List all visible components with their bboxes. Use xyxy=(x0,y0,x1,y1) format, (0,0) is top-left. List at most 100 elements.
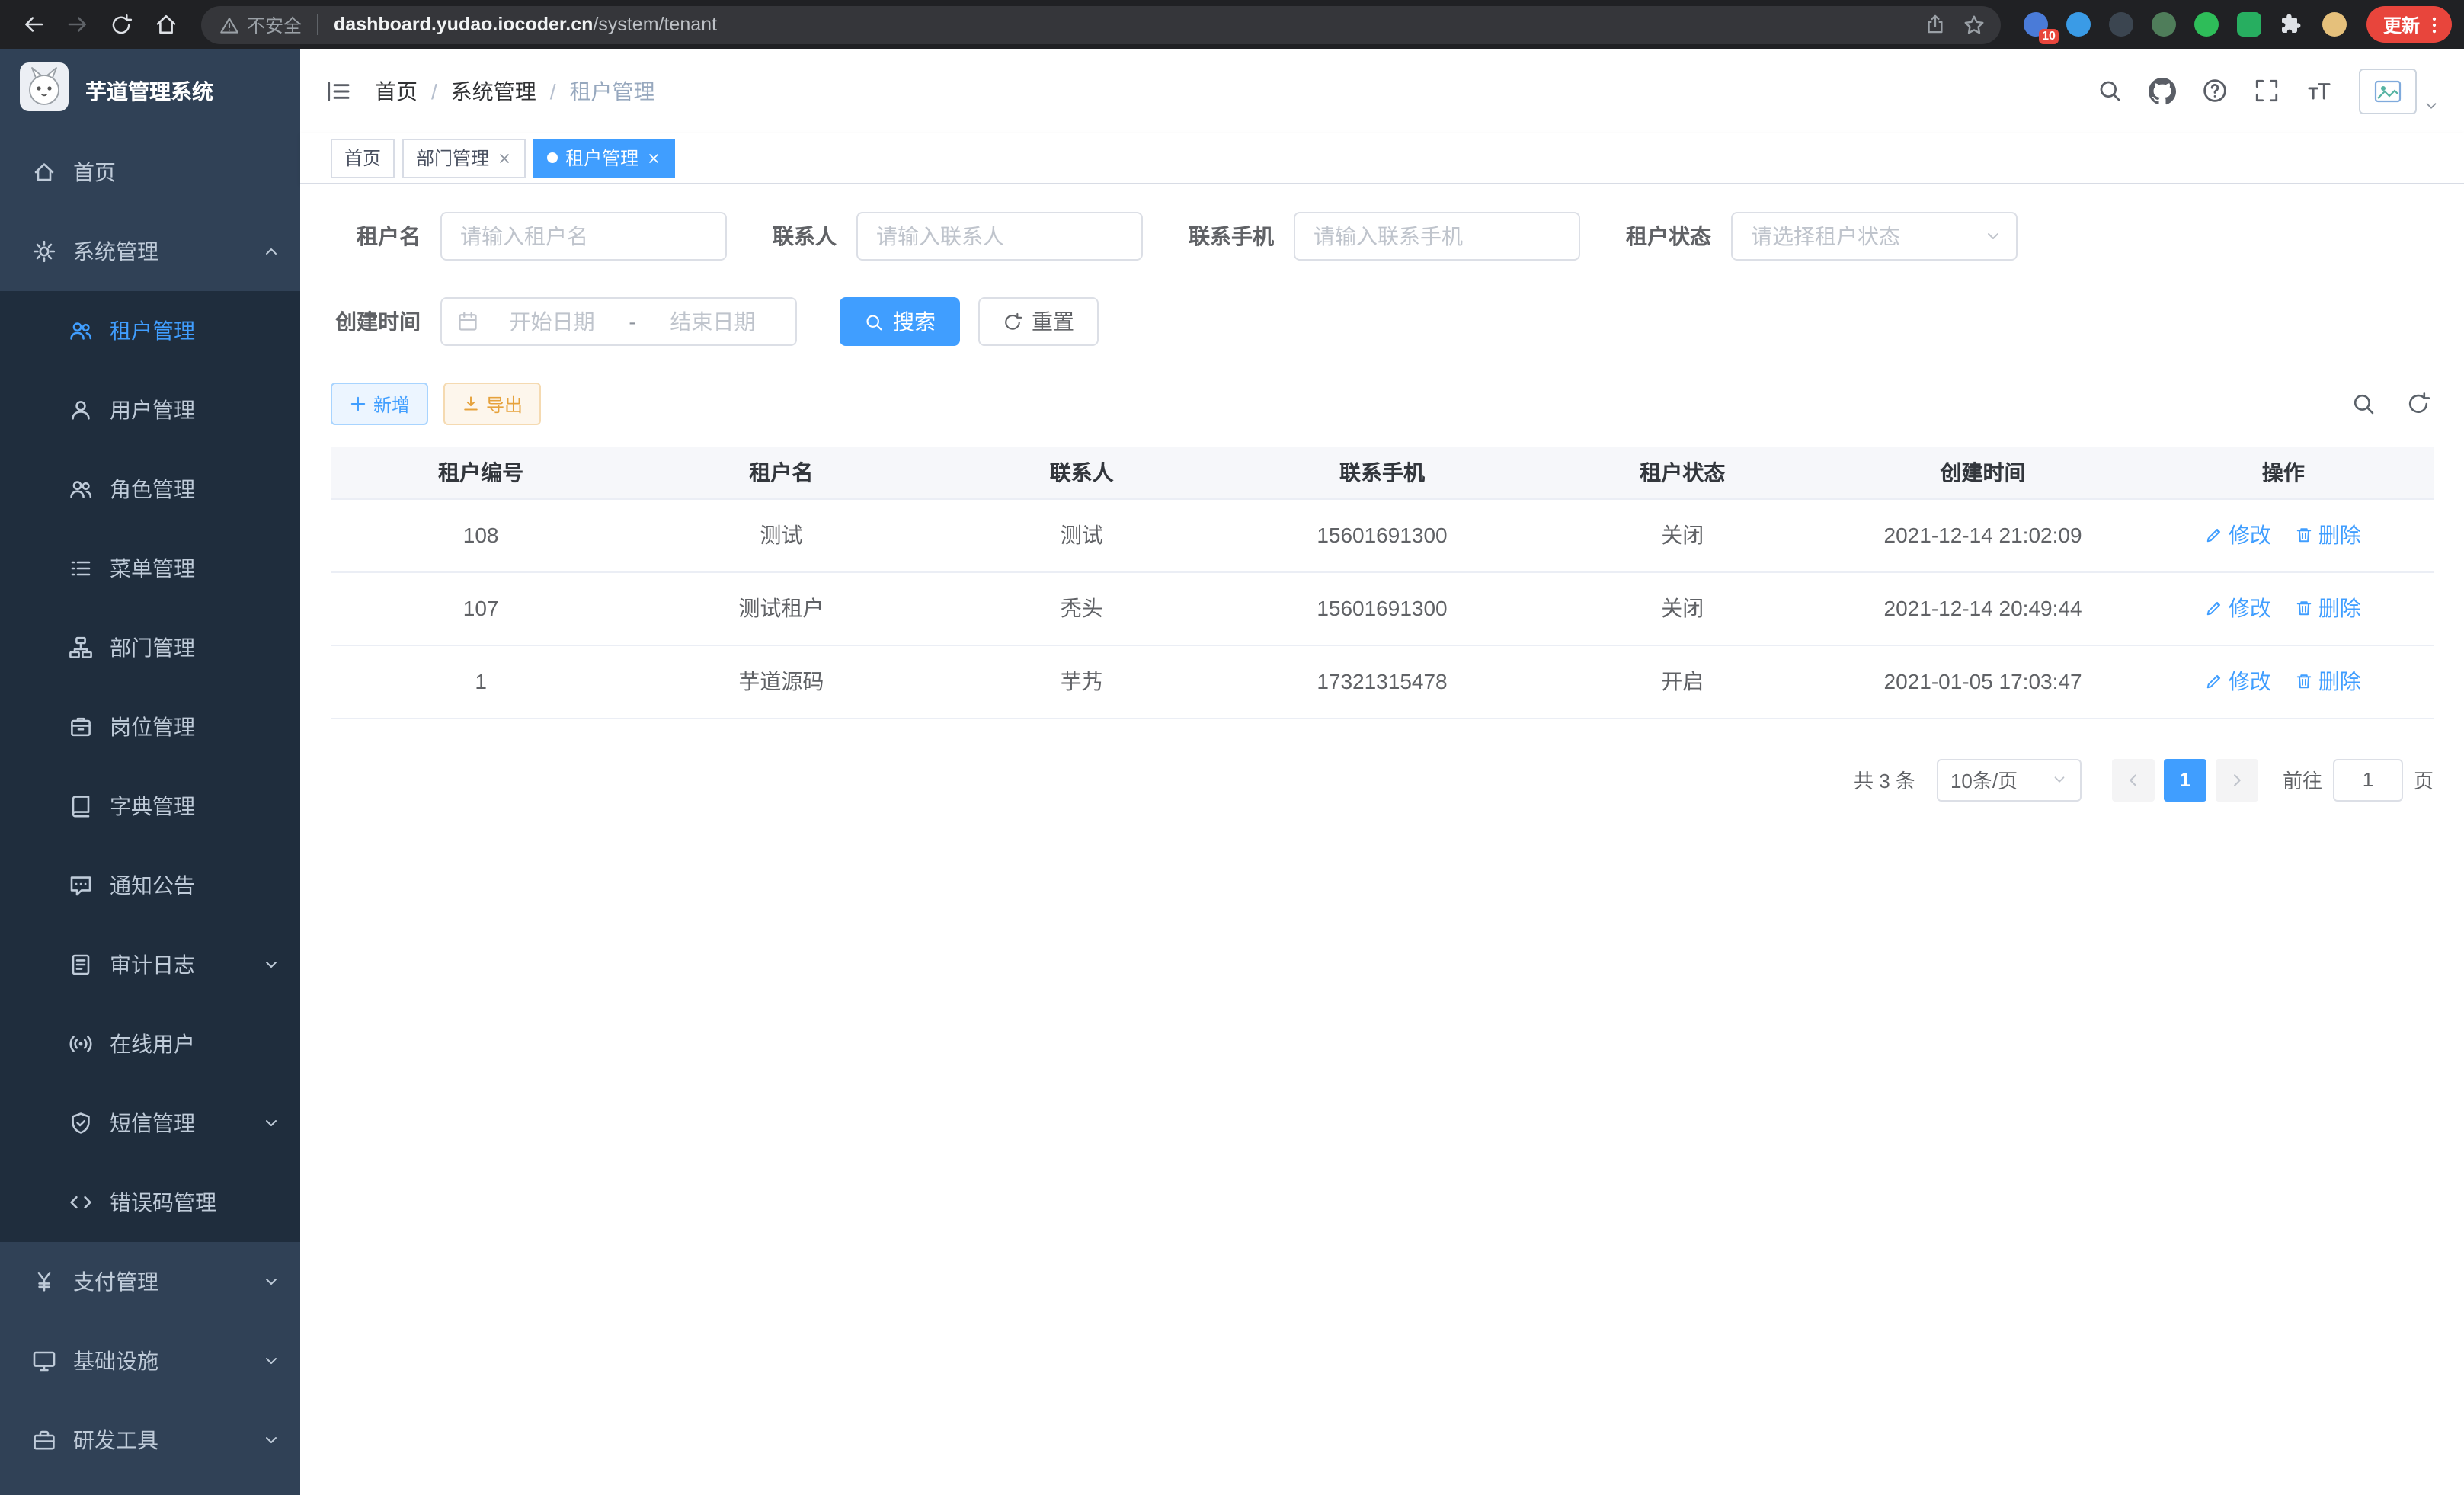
share-icon[interactable] xyxy=(1917,6,1954,43)
sidebar-item-infra[interactable]: 基础设施 xyxy=(0,1321,300,1401)
user-avatar[interactable] xyxy=(2359,68,2440,114)
sidebar-item-notice[interactable]: 通知公告 xyxy=(0,846,300,925)
sidebar-item-post[interactable]: 岗位管理 xyxy=(0,687,300,767)
page-number-button[interactable]: 1 xyxy=(2164,758,2206,801)
add-button[interactable]: 新增 xyxy=(331,383,428,425)
contact-input[interactable] xyxy=(856,212,1143,261)
toolbox-icon xyxy=(30,1428,56,1452)
sidebar-item-dev-tools[interactable]: 研发工具 xyxy=(0,1401,300,1480)
delete-link[interactable]: 删除 xyxy=(2296,666,2361,696)
tab-dept[interactable]: 部门管理 xyxy=(402,138,526,178)
edit-link[interactable]: 修改 xyxy=(2206,666,2271,696)
extension-icon-2[interactable] xyxy=(2059,5,2098,44)
next-page-button[interactable] xyxy=(2216,758,2258,801)
chevron-down-icon xyxy=(262,1431,280,1449)
chevron-down-icon xyxy=(2051,771,2068,788)
sidebar-item-user[interactable]: 用户管理 xyxy=(0,370,300,450)
cell-contact: 秃头 xyxy=(932,571,1232,645)
plus-icon xyxy=(349,395,367,413)
edit-link[interactable]: 修改 xyxy=(2206,520,2271,550)
sidebar-item-menu[interactable]: 菜单管理 xyxy=(0,529,300,608)
sidebar-item-error-code[interactable]: 错误码管理 xyxy=(0,1163,300,1242)
export-button[interactable]: 导出 xyxy=(443,383,541,425)
sidebar-item-home[interactable]: 首页 xyxy=(0,133,300,212)
table-row: 108 测试 测试 15601691300 关闭 2021-12-14 21:0… xyxy=(331,498,2434,571)
browser-update-button[interactable]: 更新 xyxy=(2366,6,2452,43)
bookmark-star-icon[interactable] xyxy=(1957,6,1993,43)
extension-icon-5[interactable] xyxy=(2187,5,2226,44)
browser-back-icon[interactable] xyxy=(12,4,53,45)
sidebar-item-dict[interactable]: 字典管理 xyxy=(0,767,300,846)
browser-forward-icon[interactable] xyxy=(56,4,98,45)
book-icon xyxy=(67,794,93,818)
status-select[interactable]: 请选择租户状态 xyxy=(1731,212,2018,261)
app-logo-bar[interactable]: 芋道管理系统 xyxy=(0,49,300,133)
yen-icon xyxy=(30,1269,56,1294)
filter-create-time: 创建时间 开始日期 - 结束日期 xyxy=(331,297,797,346)
delete-link[interactable]: 删除 xyxy=(2296,520,2361,550)
delete-link[interactable]: 删除 xyxy=(2296,593,2361,623)
sidebar-item-payment[interactable]: 支付管理 xyxy=(0,1242,300,1321)
browser-home-icon[interactable] xyxy=(145,4,186,45)
extension-icon-3[interactable] xyxy=(2101,5,2141,44)
toggle-search-icon[interactable] xyxy=(2351,392,2376,416)
download-icon xyxy=(462,395,480,413)
tabs-bar: 首页 部门管理 租户管理 xyxy=(300,133,2464,184)
sidebar-item-system[interactable]: 系统管理 xyxy=(0,212,300,291)
sidebar-item-online-user[interactable]: 在线用户 xyxy=(0,1004,300,1084)
search-icon[interactable] xyxy=(2097,78,2123,104)
extensions-puzzle-icon[interactable] xyxy=(2272,5,2312,44)
phone-input[interactable] xyxy=(1294,212,1580,261)
table-row: 107 测试租户 秃头 15601691300 关闭 2021-12-14 20… xyxy=(331,571,2434,645)
sidebar-item-label: 系统管理 xyxy=(73,236,158,267)
extension-icon-1[interactable]: 10 xyxy=(2016,5,2056,44)
page-jump-input[interactable] xyxy=(2333,758,2403,801)
tab-home[interactable]: 首页 xyxy=(331,138,395,178)
date-start-placeholder: 开始日期 xyxy=(485,306,619,337)
browser-profile-avatar[interactable] xyxy=(2315,5,2354,44)
reset-button[interactable]: 重置 xyxy=(978,297,1099,346)
sidebar-item-tenant[interactable]: 租户管理 xyxy=(0,291,300,370)
search-button[interactable]: 搜索 xyxy=(840,297,960,346)
tenant-name-input[interactable] xyxy=(440,212,727,261)
cell-actions: 修改 删除 xyxy=(2133,498,2434,571)
breadcrumb-system[interactable]: 系统管理 xyxy=(451,75,536,106)
document-icon xyxy=(67,952,93,977)
filter-row-2: 创建时间 开始日期 - 结束日期 搜索 重置 xyxy=(331,297,2434,346)
extension-icon-4[interactable] xyxy=(2144,5,2184,44)
column-header: 租户名 xyxy=(631,447,931,498)
tab-tenant[interactable]: 租户管理 xyxy=(533,138,675,178)
cell-contact: 芋艿 xyxy=(932,645,1232,718)
column-header: 租户状态 xyxy=(1532,447,1832,498)
tenant-table-wrap: 租户编号 租户名 联系人 联系手机 租户状态 创建时间 操作 1 xyxy=(331,447,2434,719)
sidebar-item-role[interactable]: 角色管理 xyxy=(0,450,300,529)
prev-page-button[interactable] xyxy=(2112,758,2155,801)
close-icon[interactable] xyxy=(646,150,661,165)
fullscreen-icon[interactable] xyxy=(2254,78,2280,104)
extension-icon-6[interactable] xyxy=(2229,5,2269,44)
search-button-label: 搜索 xyxy=(893,306,936,337)
page-jump: 前往 页 xyxy=(2283,758,2434,801)
refresh-icon[interactable] xyxy=(2406,392,2430,416)
status-select-placeholder: 请选择租户状态 xyxy=(1751,221,1900,251)
sidebar-item-dept[interactable]: 部门管理 xyxy=(0,608,300,687)
breadcrumb-home[interactable]: 首页 xyxy=(375,75,418,106)
url-bar[interactable]: 不安全 dashboard.yudao.iocoder.cn/system/te… xyxy=(201,5,2001,43)
edit-icon xyxy=(2206,599,2224,617)
page-size-value: 10条/页 xyxy=(1950,765,2018,794)
date-range-picker[interactable]: 开始日期 - 结束日期 xyxy=(440,297,797,346)
sidebar-item-label: 基础设施 xyxy=(73,1346,158,1376)
edit-link[interactable]: 修改 xyxy=(2206,593,2271,623)
browser-reload-icon[interactable] xyxy=(101,4,142,45)
github-icon[interactable] xyxy=(2149,77,2176,104)
help-icon[interactable] xyxy=(2202,78,2228,104)
sidebar-item-audit-log[interactable]: 审计日志 xyxy=(0,925,300,1004)
page-size-select[interactable]: 10条/页 xyxy=(1937,758,2082,801)
font-size-icon[interactable] xyxy=(2306,77,2333,104)
pagination: 共 3 条 10条/页 1 前往 页 xyxy=(331,758,2434,801)
sidebar-item-sms[interactable]: 短信管理 xyxy=(0,1084,300,1163)
close-icon[interactable] xyxy=(497,150,512,165)
message-icon xyxy=(67,873,93,898)
tab-label: 租户管理 xyxy=(565,145,638,171)
sidebar-toggle-icon[interactable] xyxy=(325,77,352,104)
